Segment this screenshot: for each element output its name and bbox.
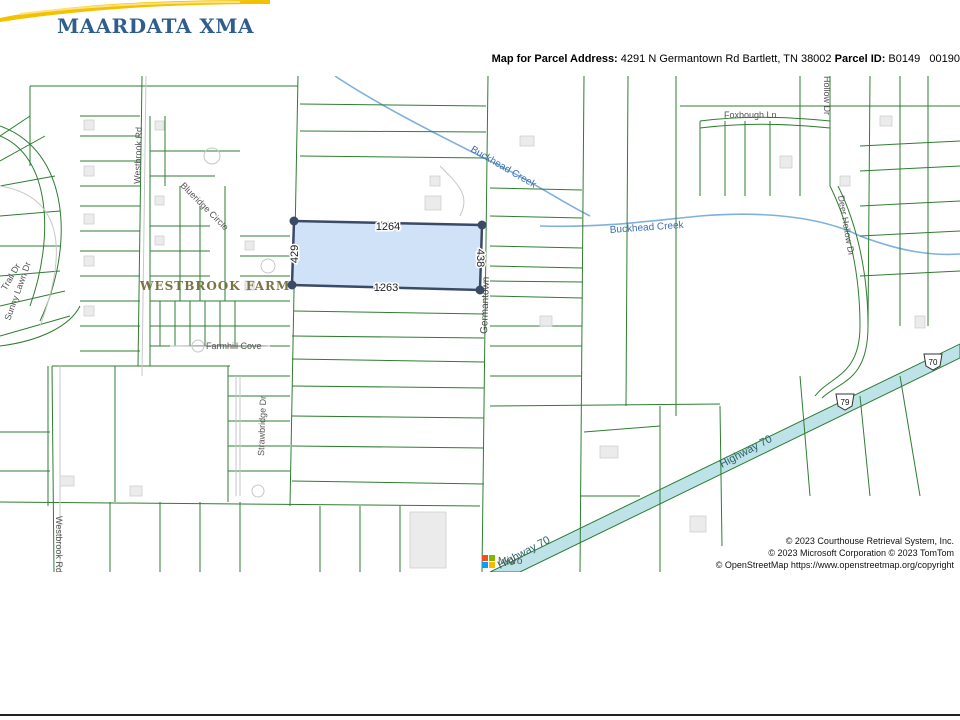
road-casings [0,76,465,572]
parcel-edge-top-label: 1264 [376,221,400,233]
creek-label-2: Buckhead Creek [609,220,685,236]
westbrook-rd-lower-label: Westbrook Rd [54,516,64,572]
parcel-prefix: Parcel ID: [834,53,886,65]
germantown-road-label: Germantown [479,277,492,335]
credit-line-1: © 2023 Courthouse Retrieval System, Inc. [785,536,954,546]
route-70-number: 70 [929,358,938,367]
hollow-dr-label: Hollow Dr [822,76,832,115]
address-prefix: Map for Parcel Address: [491,53,618,65]
map-canvas[interactable]: 1264 1263 429 438 WESTBROOK FARM Buckhea… [0,76,960,572]
microsoft-wordmark: Micro [498,556,523,567]
westbrook-rd-label: Westbrook Rd [132,127,144,184]
creek-label-1: Buckhead Creek [469,144,539,191]
credit-line-2: © 2023 Microsoft Corporation © 2023 TomT… [768,548,954,558]
parcel-vertex-nw[interactable] [289,216,299,226]
address-line: Map for Parcel Address: 4291 N Germantow… [492,53,960,65]
blueridge-label: Blueridge Circle [179,180,231,232]
parcel-edge-bottom-label: 1263 [374,282,398,294]
foxbough-label: Foxbough Ln [724,110,777,120]
header: MAARDATA XMA [0,0,960,50]
logo-text: MAARDATA XMA [57,14,255,38]
credit-line-3[interactable]: © OpenStreetMap https://www.openstreetma… [716,559,954,571]
strawbridge-label: Strawbridge Dr [256,396,268,456]
subdivision-label: WESTBROOK FARM [139,279,290,293]
farmhill-cove-label: Farmhill Cove [206,341,262,351]
microsoft-logo-icon [482,555,495,568]
parcel-map[interactable]: 1264 1263 429 438 WESTBROOK FARM Buckhea… [0,76,960,572]
parcel-edge-left-label: 429 [289,245,301,263]
map-credits: © 2023 Courthouse Retrieval System, Inc.… [716,535,954,571]
route-79-number: 79 [841,398,850,407]
parcel-edge-right-label: 438 [474,249,486,267]
bottom-divider [0,714,960,716]
parcel-id-value: B0149 00190 [888,53,960,65]
address-value: 4291 N Germantown Rd Bartlett, TN 38002 [620,53,832,65]
parcel-vertex-ne[interactable] [477,220,487,230]
